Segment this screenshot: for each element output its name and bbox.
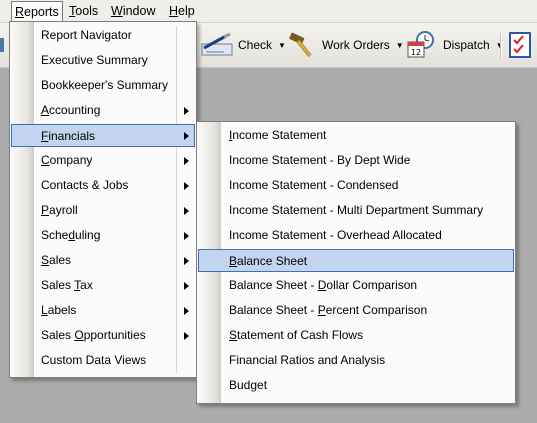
menu-reports[interactable]: Reports — [11, 1, 63, 22]
toolbar-separator — [500, 33, 502, 59]
menu-item-income-statement[interactable]: Income Statement — [198, 124, 514, 147]
menu-window[interactable]: Window — [108, 2, 158, 20]
menu-item-accounting[interactable]: Accounting — [11, 99, 195, 122]
menu-item-labels[interactable]: Labels — [11, 299, 195, 322]
checklist-icon — [509, 32, 531, 58]
menu-item-contacts-jobs[interactable]: Contacts & Jobs — [11, 174, 195, 197]
menu-item-sales-tax[interactable]: Sales Tax — [11, 274, 195, 297]
menu-item-budget[interactable]: Budget — [198, 374, 514, 397]
menu-item-scheduling[interactable]: Scheduling — [11, 224, 195, 247]
submenu-arrow-icon — [184, 107, 189, 115]
menu-item-bookkeepers-summary[interactable]: Bookkeeper's Summary — [11, 74, 195, 97]
menu-item-company[interactable]: Company — [11, 149, 195, 172]
menu-item-report-navigator[interactable]: Report Navigator — [11, 24, 195, 47]
check-button[interactable]: Check ▼ — [200, 31, 286, 59]
menu-item-balance-sheet-dollar-comparison[interactable]: Balance Sheet - Dollar Comparison — [198, 274, 514, 297]
chevron-down-icon: ▼ — [395, 40, 404, 50]
submenu-arrow-icon — [184, 232, 189, 240]
financials-submenu: Income Statement Income Statement - By D… — [196, 121, 516, 404]
menu-item-balance-sheet-percent-comparison[interactable]: Balance Sheet - Percent Comparison — [198, 299, 514, 322]
menu-item-financial-ratios-analysis[interactable]: Financial Ratios and Analysis — [198, 349, 514, 372]
menu-item-balance-sheet[interactable]: Balance Sheet — [198, 249, 514, 272]
submenu-arrow-icon — [184, 332, 189, 340]
submenu-arrow-icon — [184, 307, 189, 315]
reports-menu: Report Navigator Executive Summary Bookk… — [9, 21, 197, 378]
menu-item-income-statement-overhead-allocated[interactable]: Income Statement - Overhead Allocated — [198, 224, 514, 247]
checklist-button[interactable] — [508, 31, 536, 59]
menu-help[interactable]: Help — [166, 2, 198, 20]
menu-item-sales-opportunities[interactable]: Sales Opportunities — [11, 324, 195, 347]
submenu-arrow-icon — [184, 282, 189, 290]
menu-bar: Reports Tools Window Help — [0, 0, 537, 23]
calendar-clock-icon: 12 — [407, 31, 434, 58]
work-orders-button[interactable]: Work Orders ▼ — [288, 31, 404, 59]
svg-text:12: 12 — [411, 48, 421, 57]
submenu-arrow-icon — [184, 257, 189, 265]
submenu-arrow-icon — [184, 157, 189, 165]
menu-item-financials[interactable]: Financials — [11, 124, 195, 147]
menu-item-statement-of-cash-flows[interactable]: Statement of Cash Flows — [198, 324, 514, 347]
submenu-arrow-icon — [184, 182, 189, 190]
submenu-arrow-icon — [184, 132, 189, 140]
toolbar-partial-icon — [0, 31, 8, 59]
menu-item-executive-summary[interactable]: Executive Summary — [11, 49, 195, 72]
menu-item-income-statement-multi-dept-summary[interactable]: Income Statement - Multi Department Summ… — [198, 199, 514, 222]
menu-tools[interactable]: Tools — [66, 2, 101, 20]
check-pen-icon — [201, 32, 233, 56]
menu-item-income-statement-condensed[interactable]: Income Statement - Condensed — [198, 174, 514, 197]
chevron-down-icon: ▼ — [278, 40, 286, 50]
hammer-icon — [289, 32, 312, 58]
menu-item-payroll[interactable]: Payroll — [11, 199, 195, 222]
menu-item-sales[interactable]: Sales — [11, 249, 195, 272]
dispatch-button[interactable]: 12 Dispatch▼ — [405, 31, 504, 59]
menu-item-income-statement-by-dept-wide[interactable]: Income Statement - By Dept Wide — [198, 149, 514, 172]
submenu-arrow-icon — [184, 207, 189, 215]
menu-item-custom-data-views[interactable]: Custom Data Views — [11, 349, 195, 372]
